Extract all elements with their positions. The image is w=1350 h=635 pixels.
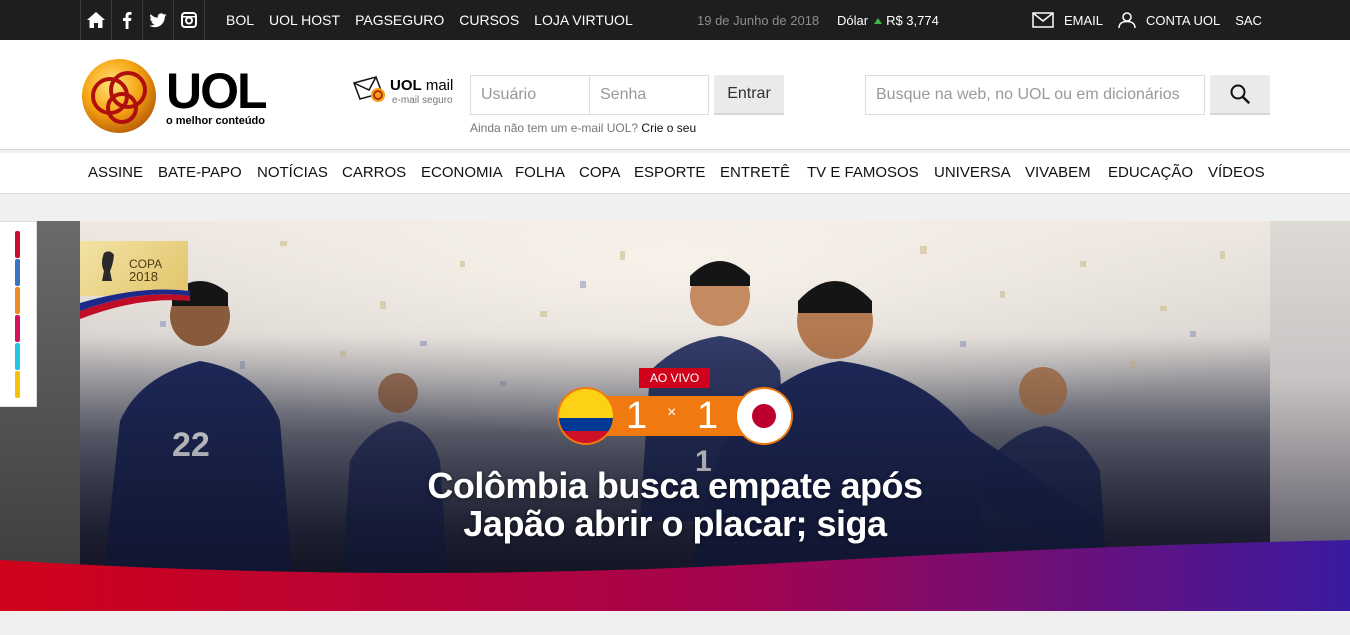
link-pagseguro[interactable]: PAGSEGURO [355,12,444,28]
account-label: CONTA UOL [1146,12,1221,28]
user-links: EMAIL CONTA UOL SAC [1032,0,1277,40]
colombia-flag-icon [557,387,615,445]
nav-item-folha[interactable]: FOLHA [515,164,565,181]
mail-tagline: e-mail seguro [392,95,453,106]
email-link[interactable]: EMAIL [1032,12,1103,28]
up-arrow-icon [874,17,883,24]
nav-item-noticias[interactable]: NOTÍCIAS [257,164,328,181]
current-date: 19 de Junho de 2018 [697,13,820,28]
account-link[interactable]: CONTA UOL [1118,11,1220,29]
home-icon[interactable] [81,0,112,40]
facebook-icon[interactable] [112,0,143,40]
sac-label: SAC [1235,12,1262,28]
japan-flag-icon [735,387,793,445]
link-loja-virtuol[interactable]: LOJA VIRTUOL [534,12,633,28]
nav-item-vivabem[interactable]: VIVABEM [1025,164,1091,181]
headline-line-2: Japão abrir o placar; siga [463,503,887,544]
social-links [80,0,205,40]
logo-wordmark: UOL [166,63,268,119]
nav-item-carros[interactable]: CARROS [342,164,406,181]
username-input[interactable] [470,75,590,115]
mail-envelope-icon [353,76,385,102]
nav-item-videos[interactable]: VÍDEOS [1208,164,1265,181]
top-bar: BOL UOL HOST PAGSEGURO CURSOS LOJA VIRTU… [0,0,1350,40]
password-input[interactable] [589,75,709,115]
nav-item-assine[interactable]: ASSINE [88,164,143,181]
email-label: EMAIL [1064,12,1104,28]
scoreboard[interactable]: 1 × 1 [556,386,794,446]
headline-line-1: Colômbia busca empate após [427,465,923,506]
search-button[interactable] [1210,75,1270,115]
hero-headline[interactable]: Colômbia busca empate após Japão abrir o… [400,467,950,543]
envelope-icon [1032,12,1054,28]
score-away: 1 [697,395,719,437]
copa-2018-badge[interactable]: COPA 2018 [80,241,190,319]
category-color-strip[interactable] [0,221,37,407]
signup-prompt: Ainda não tem um e-mail UOL? Crie o seu [470,121,696,135]
dollar-label: Dólar [837,13,869,28]
strip-color-cyan[interactable] [15,343,20,370]
mail-brand: UOL mail [390,77,454,94]
nav-item-bate-papo[interactable]: BATE-PAPO [158,164,242,181]
badge-line-2: 2018 [129,269,158,284]
dollar-value: R$ 3,774 [886,13,939,28]
search-icon [1230,84,1250,104]
strip-color-pink[interactable] [15,315,20,342]
uol-logo[interactable]: UOL o melhor conteúdo [80,56,280,136]
uol-mail-logo[interactable]: UOL mail e-mail seguro [352,73,462,113]
user-icon [1118,12,1136,29]
strip-color-yellow[interactable] [15,371,20,398]
signup-link[interactable]: Crie o seu [641,121,696,135]
nav-item-entrete[interactable]: ENTRETÊ [720,164,790,181]
uol-sphere-icon [82,59,156,133]
score-home: 1 [626,395,648,437]
link-bol[interactable]: BOL [226,12,254,28]
nav-item-educacao[interactable]: EDUCAÇÃO [1108,164,1193,181]
score-separator: × [667,404,677,421]
dollar-quote[interactable]: Dólar R$ 3,774 [837,13,939,28]
hero-wave-decoration [0,540,1350,611]
nav-item-copa[interactable]: COPA [579,164,620,181]
instagram-icon[interactable] [174,0,205,40]
strip-color-blue[interactable] [15,259,20,286]
login-button[interactable]: Entrar [714,75,784,115]
link-cursos[interactable]: CURSOS [459,12,519,28]
sac-link[interactable]: SAC [1235,13,1262,28]
portal-links: BOL UOL HOST PAGSEGURO CURSOS LOJA VIRTU… [226,0,648,40]
signup-text: Ainda não tem um e-mail UOL? [470,121,639,135]
live-badge: AO VIVO [639,368,710,388]
logo-tagline: o melhor conteúdo [166,115,265,127]
strip-color-red[interactable] [15,231,20,258]
nav-item-economia[interactable]: ECONOMIA [421,164,503,181]
header: UOL o melhor conteúdo UOL mail e-mail se… [0,40,1350,150]
nav-item-tv-e-famosos[interactable]: TV E FAMOSOS [807,164,919,181]
twitter-icon[interactable] [143,0,174,40]
link-uol-host[interactable]: UOL HOST [269,12,340,28]
main-nav: ASSINE BATE-PAPO NOTÍCIAS CARROS ECONOMI… [0,153,1350,194]
search-input[interactable] [865,75,1205,115]
nav-item-esporte[interactable]: ESPORTE [634,164,705,181]
nav-item-universa[interactable]: UNIVERSA [934,164,1011,181]
strip-color-orange[interactable] [15,287,20,314]
